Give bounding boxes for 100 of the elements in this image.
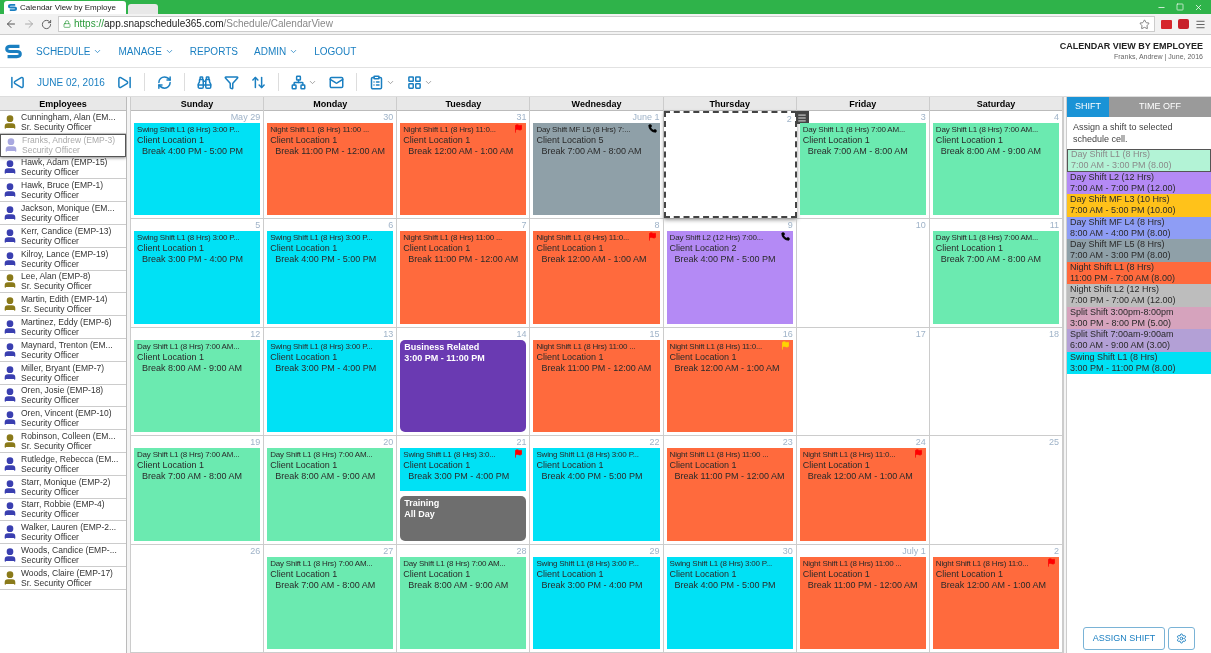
shift-event[interactable]: Swing Shift L1 (8 Hrs) 3:00 P... Client Location 1 Break 4:00 PM - 5:00 PM bbox=[134, 123, 261, 216]
shift-event[interactable]: Day Shift L1 (8 Hrs) 7:00 AM... Client Location 1 Break 7:00 AM - 8:00 AM bbox=[799, 123, 926, 216]
shift-event[interactable]: Night Shift L1 (8 Hrs) 11:00 ... Client Location 1 Break 11:00 PM - 12:00 AM bbox=[533, 339, 660, 433]
settings-button[interactable] bbox=[1168, 627, 1196, 650]
employee-row[interactable]: Walker, Lauren (EMP-2... Security Officer bbox=[0, 521, 126, 545]
menu-icon[interactable] bbox=[1195, 18, 1206, 30]
extension-icon[interactable] bbox=[1178, 19, 1189, 29]
day-cell[interactable]: 11 Day Shift L1 (8 Hrs) 7:00 AM... Client Location 1 Break 7:00 AM - 8:00 AM bbox=[929, 219, 1063, 327]
shift-option[interactable]: Day Shift MF L5 (8 Hrs) 7:00 AM - 3:00 PM (8.00) bbox=[1067, 239, 1211, 262]
day-cell[interactable]: 19 Day Shift L1 (8 Hrs) 7:00 AM... Client Location 1 Break 7:00 AM - 8:00 AM bbox=[131, 436, 265, 544]
day-cell[interactable]: 14 Business Related 3:00 PM - 11:00 PM bbox=[397, 327, 531, 436]
nav-menu-item[interactable]: ADMIN bbox=[254, 43, 299, 59]
shift-event[interactable]: Day Shift MF L5 (8 Hrs) 7:... Client Location 5 Break 7:00 AM - 8:00 AM bbox=[533, 123, 660, 216]
employee-row[interactable]: Robinson, Colleen (EM... Sr. Security Officer bbox=[0, 430, 126, 453]
assign-shift-button[interactable]: ASSIGN SHIFT bbox=[1082, 627, 1166, 650]
shift-event[interactable]: Day Shift L1 (8 Hrs) 7:00 AM... Client Location 1 Break 7:00 AM - 8:00 AM bbox=[932, 231, 1059, 324]
calendar-event[interactable]: Training All Day bbox=[400, 495, 527, 541]
shift-event[interactable]: Day Shift L1 (8 Hrs) 7:00 AM... Client Location 1 Break 7:00 AM - 8:00 AM bbox=[134, 448, 261, 541]
shift-event[interactable]: Swing Shift L1 (8 Hrs) 3:00 P... Client Location 1 Break 3:00 PM - 4:00 PM bbox=[267, 339, 394, 433]
employee-row[interactable]: Miller, Bryant (EMP-7) Security Officer bbox=[0, 361, 126, 385]
day-cell[interactable]: 28 Day Shift L1 (8 Hrs) 7:00 AM... Client Location 1 Break 8:00 AM - 9:00 AM bbox=[397, 544, 531, 652]
nav-menu-item[interactable]: LOGOUT bbox=[314, 43, 357, 59]
day-cell[interactable]: July 1 Night Shift L1 (8 Hrs) 11:00 ... Client Location 1 Break 11:00 PM - 12:00 AM bbox=[796, 544, 930, 652]
day-cell[interactable]: 20 Day Shift L1 (8 Hrs) 7:00 AM... Client Location 1 Break 8:00 AM - 9:00 AM bbox=[264, 436, 398, 544]
employee-row[interactable]: Starr, Robbie (EMP-4) Security Officer bbox=[0, 498, 126, 522]
employee-row[interactable]: Jackson, Monique (EM... Security Officer bbox=[0, 202, 126, 225]
employee-row[interactable]: Hawk, Bruce (EMP-1) Security Officer bbox=[0, 179, 126, 203]
day-cell[interactable]: 4 Day Shift L1 (8 Hrs) 7:00 AM... Client Location 1 Break 8:00 AM - 9:00 AM bbox=[929, 111, 1063, 219]
shift-event[interactable]: Swing Shift L1 (8 Hrs) 3:00 P... Client Location 1 Break 4:00 PM - 5:00 PM bbox=[533, 448, 660, 541]
cell-menu-icon[interactable] bbox=[795, 111, 809, 124]
shift-option[interactable]: Night Shift L1 (8 Hrs) 11:00 PM - 7:00 AM (8.00) bbox=[1067, 261, 1211, 284]
shift-event[interactable]: Night Shift L1 (8 Hrs) 11:0... Client Location 1 Break 12:00 AM - 1:00 AM bbox=[533, 231, 660, 324]
day-cell[interactable]: 2 Night Shift L1 (8 Hrs) 11:0... Client Location 1 Break 12:00 AM - 1:00 AM bbox=[929, 544, 1063, 652]
day-cell[interactable]: 16 Night Shift L1 (8 Hrs) 11:0... Client Location 1 Break 12:00 AM - 1:00 AM bbox=[663, 327, 797, 436]
shift-event[interactable]: Day Shift L1 (8 Hrs) 7:00 AM... Client Location 1 Break 8:00 AM - 9:00 AM bbox=[134, 339, 261, 433]
shift-event[interactable]: Night Shift L1 (8 Hrs) 11:0... Client Location 1 Break 12:00 AM - 1:00 AM bbox=[932, 556, 1059, 649]
shift-event[interactable]: Night Shift L1 (8 Hrs) 11:00 ... Client Location 1 Break 11:00 PM - 12:00 AM bbox=[666, 448, 793, 541]
shift-event[interactable]: Night Shift L1 (8 Hrs) 11:00 ... Client Location 1 Break 11:00 PM - 12:00 AM bbox=[799, 556, 926, 649]
day-cell[interactable]: 24 Night Shift L1 (8 Hrs) 11:0... Client Location 1 Break 12:00 AM - 1:00 AM bbox=[796, 436, 930, 544]
employee-row[interactable]: Oren, Josie (EMP-18) Security Officer bbox=[0, 384, 126, 408]
day-cell[interactable]: 9 Day Shift L2 (12 Hrs) 7:00... Client Location 2 Break 4:00 PM - 5:00 PM bbox=[663, 219, 797, 327]
day-cell[interactable]: 13 Swing Shift L1 (8 Hrs) 3:00 P... Client Location 1 Break 3:00 PM - 4:00 PM bbox=[264, 327, 398, 436]
day-cell[interactable]: 23 Night Shift L1 (8 Hrs) 11:00 ... Client Location 1 Break 11:00 PM - 12:00 AM bbox=[663, 436, 797, 544]
shift-event[interactable]: Swing Shift L1 (8 Hrs) 3:00 P... Client Location 1 Break 4:00 PM - 5:00 PM bbox=[267, 231, 394, 324]
day-cell[interactable]: 30 Night Shift L1 (8 Hrs) 11:00 ... Client Location 1 Break 11:00 PM - 12:00 AM bbox=[264, 111, 398, 219]
shift-event[interactable]: Swing Shift L1 (8 Hrs) 3:00 P... Client Location 1 Break 3:00 PM - 4:00 PM bbox=[533, 556, 660, 649]
day-cell[interactable]: 31 Night Shift L1 (8 Hrs) 11:0... Client Location 1 Break 12:00 AM - 1:00 AM bbox=[397, 111, 531, 219]
extension-icon[interactable] bbox=[1161, 19, 1172, 29]
shift-option[interactable]: Swing Shift L1 (8 Hrs) 3:00 PM - 11:00 PM (8.00) bbox=[1067, 351, 1211, 374]
day-cell[interactable]: 12 Day Shift L1 (8 Hrs) 7:00 AM... Client Location 1 Break 8:00 AM - 9:00 AM bbox=[131, 327, 265, 436]
shift-event[interactable]: Night Shift L1 (8 Hrs) 11:0... Client Location 1 Break 12:00 AM - 1:00 AM bbox=[799, 448, 926, 541]
day-cell[interactable]: 15 Night Shift L1 (8 Hrs) 11:00 ... Client Location 1 Break 11:00 PM - 12:00 AM bbox=[530, 327, 664, 436]
employee-row[interactable]: Starr, Monique (EMP-2) Security Officer bbox=[0, 475, 126, 499]
employee-row[interactable]: Cunningham, Alan (EM... Sr. Security Officer bbox=[0, 111, 126, 134]
employee-row[interactable]: Woods, Claire (EMP-17) Sr. Security Officer bbox=[0, 566, 126, 590]
day-cell[interactable]: 30 Swing Shift L1 (8 Hrs) 3:00 P... Client Location 1 Break 4:00 PM - 5:00 PM bbox=[663, 544, 797, 652]
day-cell[interactable]: 7 Night Shift L1 (8 Hrs) 11:00 ... Client Location 1 Break 11:00 PM - 12:00 AM bbox=[397, 219, 531, 327]
nav-menu-item[interactable]: MANAGE bbox=[118, 43, 174, 59]
day-cell[interactable]: 27 Day Shift L1 (8 Hrs) 7:00 AM... Client Location 1 Break 7:00 AM - 8:00 AM bbox=[264, 544, 398, 652]
shift-event[interactable]: Day Shift L2 (12 Hrs) 7:00... Client Location 2 Break 4:00 PM - 5:00 PM bbox=[666, 231, 793, 324]
shift-event[interactable]: Night Shift L1 (8 Hrs) 11:0... Client Location 1 Break 12:00 AM - 1:00 AM bbox=[666, 339, 793, 433]
day-cell[interactable]: 29 Swing Shift L1 (8 Hrs) 3:00 P... Client Location 1 Break 3:00 PM - 4:00 PM bbox=[530, 544, 664, 652]
shift-option[interactable]: Day Shift L2 (12 Hrs) 7:00 AM - 7:00 PM (12.00) bbox=[1067, 171, 1211, 194]
employee-row[interactable]: Maynard, Trenton (EM... Security Officer bbox=[0, 338, 126, 362]
shift-option[interactable]: Day Shift MF L4 (8 Hrs) 8:00 AM - 4:00 PM (8.00) bbox=[1067, 216, 1211, 239]
day-cell[interactable]: 22 Swing Shift L1 (8 Hrs) 3:00 P... Client Location 1 Break 4:00 PM - 5:00 PM bbox=[530, 436, 664, 544]
day-cell[interactable]: 8 Night Shift L1 (8 Hrs) 11:0... Client Location 1 Break 12:00 AM - 1:00 AM bbox=[530, 219, 664, 327]
shift-event[interactable]: Swing Shift L1 (8 Hrs) 3:00 P... Client Location 1 Break 3:00 PM - 4:00 PM bbox=[134, 231, 261, 324]
shift-event[interactable]: Day Shift L1 (8 Hrs) 7:00 AM... Client Location 1 Break 7:00 AM - 8:00 AM bbox=[267, 556, 394, 649]
shift-option[interactable]: Split Shift 3:00pm-8:00pm 3:00 PM - 8:00 PM (5.00) bbox=[1067, 306, 1211, 329]
shift-option[interactable]: Split Shift 7:00am-9:00am 6:00 AM - 9:00 AM (3.00) bbox=[1067, 329, 1211, 352]
nav-menu-item[interactable]: REPORTS bbox=[189, 43, 238, 59]
back-icon[interactable] bbox=[5, 18, 17, 30]
employee-row[interactable]: Kilroy, Lance (EMP-19) Security Officer bbox=[0, 247, 126, 271]
shift-option[interactable]: Day Shift MF L3 (10 Hrs) 7:00 AM - 5:00 PM (10.00) bbox=[1067, 194, 1211, 217]
employee-row[interactable]: Woods, Candice (EMP-... Security Officer bbox=[0, 544, 126, 567]
employee-row[interactable]: Martin, Edith (EMP-14) Sr. Security Officer bbox=[0, 293, 126, 317]
day-cell[interactable]: 5 Swing Shift L1 (8 Hrs) 3:00 P... Client Location 1 Break 3:00 PM - 4:00 PM bbox=[131, 219, 265, 327]
shift-event[interactable]: Day Shift L1 (8 Hrs) 7:00 AM... Client Location 1 Break 8:00 AM - 9:00 AM bbox=[267, 448, 394, 541]
bookmark-star-icon[interactable] bbox=[1139, 18, 1150, 30]
shift-event[interactable]: Night Shift L1 (8 Hrs) 11:0... Client Location 1 Break 12:00 AM - 1:00 AM bbox=[400, 123, 527, 216]
address-field[interactable]: https://app.snapschedule365.com/Schedule/CalendarView bbox=[58, 16, 1155, 32]
day-cell[interactable]: 6 Swing Shift L1 (8 Hrs) 3:00 P... Client Location 1 Break 4:00 PM - 5:00 PM bbox=[264, 219, 398, 327]
close-icon[interactable] bbox=[1194, 2, 1203, 12]
day-cell[interactable]: May 29 Swing Shift L1 (8 Hrs) 3:00 P... Client Location 1 Break 4:00 PM - 5:00 PM bbox=[131, 111, 265, 219]
employee-row[interactable]: Lee, Alan (EMP-8) Sr. Security Officer bbox=[0, 270, 126, 294]
employee-row[interactable]: Hawk, Adam (EMP-15) Security Officer bbox=[0, 156, 126, 180]
shift-event[interactable]: Day Shift L1 (8 Hrs) 7:00 AM... Client Location 1 Break 8:00 AM - 9:00 AM bbox=[400, 556, 527, 649]
shift-event[interactable]: Night Shift L1 (8 Hrs) 11:00 ... Client Location 1 Break 11:00 PM - 12:00 AM bbox=[267, 123, 394, 216]
nav-menu-item[interactable]: SCHEDULE bbox=[36, 43, 103, 59]
employee-row[interactable]: Rutledge, Rebecca (EM... Security Officer bbox=[0, 452, 126, 476]
shift-option[interactable]: Night Shift L2 (12 Hrs) 7:00 PM - 7:00 AM (12.00) bbox=[1067, 284, 1211, 307]
shift-event[interactable]: Swing Shift L1 (8 Hrs) 3:0... Client Location 1 Break 3:00 PM - 4:00 PM bbox=[400, 448, 527, 491]
day-cell[interactable]: June 1 Day Shift MF L5 (8 Hrs) 7:... Client Location 5 Break 7:00 AM - 8:00 AM bbox=[530, 111, 664, 219]
day-cell[interactable]: 3 Day Shift L1 (8 Hrs) 7:00 AM... Client Location 1 Break 7:00 AM - 8:00 AM bbox=[796, 111, 930, 219]
browser-tab[interactable]: Calendar View by Employe bbox=[4, 1, 126, 14]
day-cell[interactable]: 21 Swing Shift L1 (8 Hrs) 3:0... Client Location 1 Break 3:00 PM - 4:00 PM Training All Day bbox=[397, 436, 531, 544]
reload-icon[interactable] bbox=[41, 18, 52, 30]
employee-row[interactable]: Martinez, Eddy (EMP-6) Security Officer bbox=[0, 316, 126, 339]
shift-event[interactable]: Night Shift L1 (8 Hrs) 11:00 ... Client Location 1 Break 11:00 PM - 12:00 AM bbox=[400, 231, 527, 324]
